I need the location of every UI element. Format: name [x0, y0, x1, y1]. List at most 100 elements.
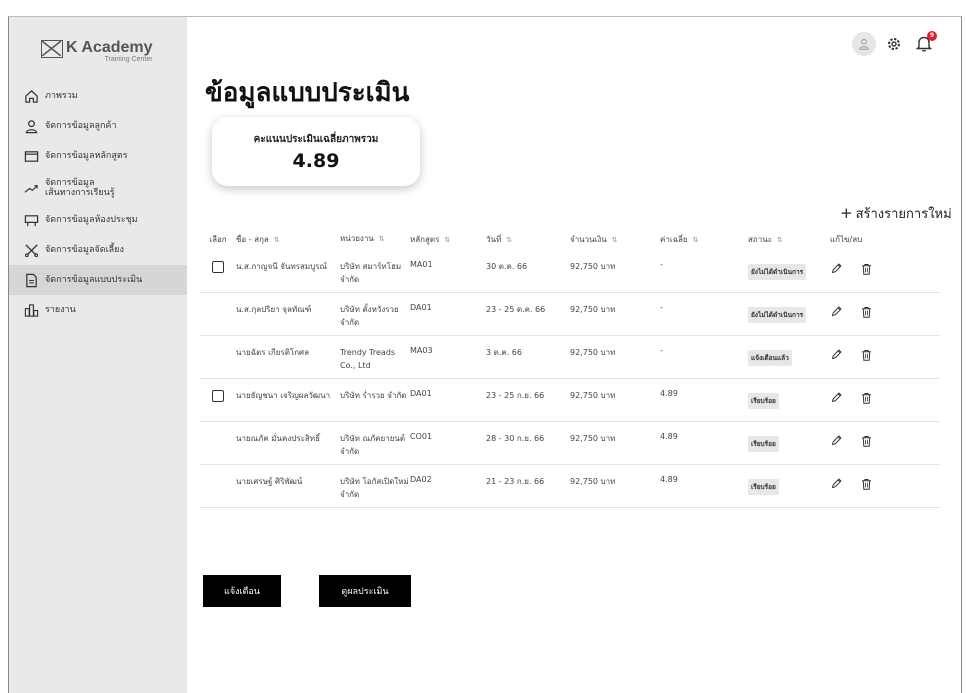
brand-logo[interactable]: K Academy Training Center: [41, 39, 153, 63]
sort-icon[interactable]: ⇅: [612, 236, 618, 244]
sidebar-item-evaluations[interactable]: จัดการข้อมูลแบบประเมิน: [9, 265, 187, 295]
cell-average: 4.89: [660, 389, 678, 398]
row-checkbox[interactable]: [212, 390, 224, 402]
actions-cell: [830, 260, 890, 276]
cell-course: CO01: [410, 432, 433, 441]
cell-date: 3 ต.ค. 66: [486, 348, 522, 357]
sort-icon[interactable]: ⇅: [274, 236, 280, 244]
meeting-room-icon: [23, 212, 39, 228]
edit-pencil-icon[interactable]: [830, 348, 844, 362]
sidebar-item-customers[interactable]: จัดการข้อมูลลูกค้า: [9, 111, 187, 141]
cell-unit: บริษัท ตั้งหวังรวย จำกัด: [340, 305, 399, 327]
view-results-button[interactable]: ดูผลประเมิน: [319, 575, 411, 607]
status-cell: เรียบร้อย: [748, 475, 830, 495]
table-row: น.ส.กุลปริยา จุลทัณฑ์ บริษัท ตั้งหวังรวย …: [200, 293, 940, 336]
cell-date: 21 - 23 ก.ย. 66: [486, 477, 545, 486]
report-icon: [23, 302, 39, 318]
column-header-course[interactable]: หลักสูตร ⇅: [410, 233, 486, 246]
average-score-card: คะแนนประเมินเฉลี่ยภาพรวม 4.89: [212, 117, 420, 186]
sidebar-nav: ภาพรวม จัดการข้อมูลลูกค้า จัดการข้อมูลหล…: [9, 81, 187, 325]
sidebar-item-courses[interactable]: จัดการข้อมูลหลักสูตร: [9, 141, 187, 171]
select-cell: [200, 389, 236, 402]
cell-name: น.ส.กาญจนี จันทรสมบูรณ์: [236, 262, 327, 271]
trash-icon[interactable]: [860, 391, 874, 405]
sort-icon[interactable]: ⇅: [693, 236, 699, 244]
cell-name: นายธัญชนา เจริญผลวัฒนา: [236, 391, 331, 400]
trend-icon: [23, 180, 39, 196]
header-actions: 9: [852, 31, 937, 56]
sort-icon[interactable]: ⇅: [444, 236, 450, 244]
sidebar-item-label: ภาพรวม: [45, 91, 78, 101]
cell-course: MA01: [410, 260, 433, 269]
status-cell: เรียบร้อย: [748, 389, 830, 409]
create-new-button[interactable]: + สร้างรายการใหม่: [840, 203, 952, 224]
trash-icon[interactable]: [860, 434, 874, 448]
trash-icon[interactable]: [860, 348, 874, 362]
cell-amount: 92,750 บาท: [570, 477, 616, 486]
sidebar-item-label: จัดการข้อมูลจัดเลี้ยง: [45, 245, 124, 255]
edit-pencil-icon[interactable]: [830, 262, 844, 276]
sidebar: K Academy Training Center ภาพรวม จัดการข…: [9, 17, 187, 693]
home-icon: [23, 88, 39, 104]
brand-title: K Academy: [66, 39, 153, 56]
utensils-icon: [23, 242, 39, 258]
brand-subtitle: Training Center: [104, 56, 153, 63]
status-badge: เรียบร้อย: [748, 393, 779, 409]
trash-icon[interactable]: [860, 305, 874, 319]
sort-icon[interactable]: ⇅: [506, 236, 512, 244]
status-badge: เรียบร้อย: [748, 479, 779, 495]
trash-icon[interactable]: [860, 477, 874, 491]
bell-icon[interactable]: 9: [915, 31, 937, 53]
table-header: เลือก ชื่อ - สกุล ⇅ หน่วยงาน ⇅ หลักสูตร ⇅ ว…: [200, 228, 940, 250]
sidebar-item-catering[interactable]: จัดการข้อมูลจัดเลี้ยง: [9, 235, 187, 265]
status-badge: เรียบร้อย: [748, 436, 779, 452]
cell-unit: Trendy Treads Co., Ltd: [340, 348, 396, 370]
edit-pencil-icon[interactable]: [830, 434, 844, 448]
edit-pencil-icon[interactable]: [830, 477, 844, 491]
avatar[interactable]: [852, 32, 876, 56]
status-cell: ยังไม่ได้ดำเนินการ: [748, 260, 830, 280]
create-new-label: สร้างรายการใหม่: [855, 207, 952, 222]
cell-date: 23 - 25 ก.ย. 66: [486, 391, 545, 400]
column-header-name[interactable]: ชื่อ - สกุล ⇅: [236, 233, 340, 246]
cell-amount: 92,750 บาท: [570, 434, 616, 443]
cell-unit: บริษัท สมาร์ทโฮม จำกัด: [340, 262, 402, 284]
sort-icon[interactable]: ⇅: [379, 233, 385, 246]
cell-date: 28 - 30 ก.ย. 66: [486, 434, 545, 443]
logo-mark-icon: [41, 40, 63, 58]
sort-icon[interactable]: ⇅: [777, 236, 783, 244]
sidebar-item-overview[interactable]: ภาพรวม: [9, 81, 187, 111]
column-header-amount[interactable]: จำนวนเงิน ⇅: [570, 233, 660, 246]
remind-button[interactable]: แจ้งเตือน: [203, 575, 281, 607]
cell-average: -: [660, 260, 663, 269]
average-score-label: คะแนนประเมินเฉลี่ยภาพรวม: [253, 134, 379, 145]
cell-amount: 92,750 บาท: [570, 305, 616, 314]
column-header-date[interactable]: วันที่ ⇅: [486, 233, 570, 246]
cell-unit: บริษัท โอกัสเปิดใหม่ จำกัด: [340, 477, 409, 499]
column-header-unit[interactable]: หน่วยงาน ⇅: [340, 232, 410, 246]
column-header-average[interactable]: ค่าเฉลี่ย ⇅: [660, 233, 748, 246]
cell-average: 4.89: [660, 432, 678, 441]
row-checkbox[interactable]: [212, 261, 224, 273]
document-icon: [23, 272, 39, 288]
sidebar-item-learning-path[interactable]: จัดการข้อมูล เส้นทางการเรียนรู้: [9, 171, 187, 205]
cell-course: DA02: [410, 475, 432, 484]
select-cell: [200, 260, 236, 273]
table-row: นายเศรษฐ์ ศิริพัฒน์ บริษัท โอกัสเปิดใหม่ …: [200, 465, 940, 508]
sidebar-item-meeting-rooms[interactable]: จัดการข้อมูลห้องประชุม: [9, 205, 187, 235]
edit-pencil-icon[interactable]: [830, 305, 844, 319]
table-row: นายณภัค มั่นคงประสิทธิ์ บริษัท ณภัคยายนต์…: [200, 422, 940, 465]
plus-icon: +: [840, 204, 853, 222]
column-header-status[interactable]: สถานะ ⇅: [748, 233, 830, 246]
edit-pencil-icon[interactable]: [830, 391, 844, 405]
actions-cell: [830, 346, 890, 362]
trash-icon[interactable]: [860, 262, 874, 276]
table-row: นายธัญชนา เจริญผลวัฒนา บริษัท ร่ำรวย จำกั…: [200, 379, 940, 422]
table-row: นายฉัตร เกียรติโกศล Trendy Treads Co., Lt…: [200, 336, 940, 379]
cell-amount: 92,750 บาท: [570, 348, 616, 357]
cell-name: นายฉัตร เกียรติโกศล: [236, 348, 310, 357]
cell-course: DA01: [410, 303, 432, 312]
cell-name: นายเศรษฐ์ ศิริพัฒน์: [236, 477, 303, 486]
sidebar-item-reports[interactable]: รายงาน: [9, 295, 187, 325]
gear-icon[interactable]: [886, 36, 902, 52]
